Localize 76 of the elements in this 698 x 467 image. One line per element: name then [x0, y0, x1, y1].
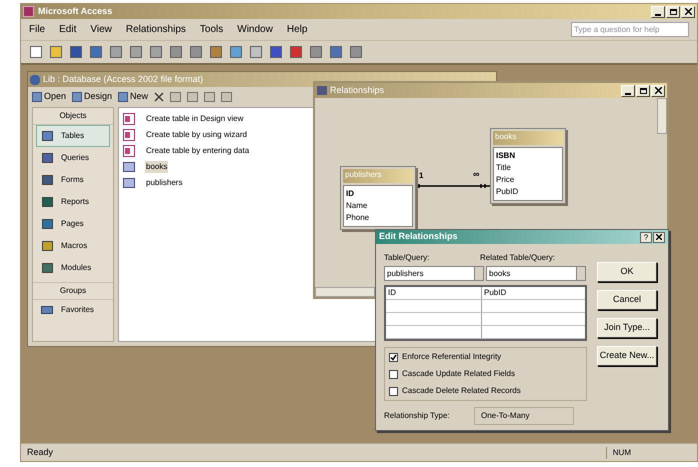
- close-button[interactable]: [653, 232, 665, 242]
- window-title: Lib : Database (Access 2002 file format): [43, 72, 204, 86]
- object-tab[interactable]: Macros: [36, 235, 110, 257]
- object-tab[interactable]: Forms: [36, 169, 110, 191]
- field-name[interactable]: ISBN: [494, 150, 562, 162]
- horizontal-scrollbar[interactable]: [315, 287, 375, 297]
- minimize-button[interactable]: [621, 84, 635, 96]
- object-tab[interactable]: Tables: [36, 125, 110, 147]
- menu-item[interactable]: Tools: [200, 22, 224, 37]
- combo-box[interactable]: publishers: [384, 266, 484, 281]
- toolbar-button[interactable]: New: [118, 90, 148, 104]
- status-text: Ready: [27, 446, 54, 459]
- group-item[interactable]: Favorites: [33, 300, 113, 320]
- table-title: books: [493, 131, 563, 145]
- field-name[interactable]: Phone: [344, 212, 412, 224]
- wizard-icon: [123, 145, 135, 157]
- field-name[interactable]: ID: [344, 188, 412, 200]
- checkbox-label: Enforce Referential Integrity: [402, 351, 502, 363]
- vertical-scrollbar[interactable]: [657, 98, 667, 134]
- object-tab[interactable]: Queries: [36, 147, 110, 169]
- help-button[interactable]: ?: [640, 232, 652, 242]
- num-lock-indicator: NUM: [606, 446, 631, 458]
- dialog-button[interactable]: Create New...: [597, 346, 657, 366]
- field-label: Table/Query:: [384, 252, 430, 264]
- object-tab[interactable]: Reports: [36, 191, 110, 213]
- field-label: Related Table/Query:: [480, 252, 556, 264]
- close-icon: [654, 87, 662, 94]
- wizard-icon: [123, 113, 135, 125]
- maximize-button[interactable]: [666, 6, 680, 18]
- help-search-field[interactable]: Type a question for help: [571, 22, 689, 37]
- list-item[interactable]: Create table by using wizard: [145, 129, 248, 141]
- field-name[interactable]: Price: [494, 174, 562, 186]
- window-title: Relationships: [330, 84, 384, 97]
- field-name[interactable]: PubID: [494, 186, 562, 198]
- toolbar-button[interactable]: Design: [72, 90, 112, 104]
- one-label: 1: [419, 170, 424, 182]
- menu-item[interactable]: Window: [237, 22, 273, 37]
- checkbox[interactable]: [389, 352, 398, 362]
- minimize-button[interactable]: [651, 6, 665, 18]
- grid-cell[interactable]: PubID: [484, 288, 506, 297]
- many-label: ∞: [473, 168, 480, 181]
- table-box[interactable]: books ISBN Title Price PubID: [490, 128, 566, 204]
- dialog-button[interactable]: Cancel: [597, 290, 657, 310]
- field-name[interactable]: Name: [344, 200, 412, 212]
- field-label: Relationship Type:: [384, 410, 451, 422]
- toolbar-button[interactable]: Open: [32, 90, 66, 104]
- list-item[interactable]: books: [145, 161, 168, 173]
- table-title: publishers: [343, 169, 413, 183]
- grid-cell[interactable]: ID: [388, 288, 396, 297]
- list-item[interactable]: publishers: [145, 177, 184, 189]
- window-title: Microsoft Access: [38, 4, 112, 18]
- close-icon: [684, 8, 692, 15]
- field-name[interactable]: Title: [494, 162, 562, 174]
- table-box[interactable]: publishers ID Name Phone: [340, 166, 416, 230]
- window-title: Edit Relationships: [379, 230, 458, 244]
- object-tab[interactable]: Modules: [36, 257, 110, 279]
- list-item[interactable]: Create table in Design view: [145, 113, 244, 125]
- wizard-icon: [123, 129, 135, 141]
- close-icon: [656, 234, 662, 240]
- menu-item[interactable]: Help: [286, 22, 308, 37]
- list-item[interactable]: Create table by entering data: [145, 145, 250, 157]
- checkbox-label: Cascade Delete Related Records: [402, 385, 521, 397]
- maximize-button[interactable]: [636, 84, 650, 96]
- menu-item[interactable]: View: [90, 22, 112, 37]
- checkbox[interactable]: [389, 370, 398, 378]
- relationship-type-field: One-To-Many: [474, 407, 574, 425]
- menu-item[interactable]: File: [29, 22, 46, 37]
- checkbox-label: Cascade Update Related Fields: [402, 368, 515, 380]
- menu-item[interactable]: Relationships: [126, 22, 186, 37]
- menu-item[interactable]: Edit: [59, 22, 76, 37]
- combo-box[interactable]: books: [486, 266, 586, 281]
- dialog-button[interactable]: Join Type...: [597, 318, 657, 338]
- object-tab[interactable]: Pages: [36, 213, 110, 235]
- section-header: Groups: [33, 282, 113, 300]
- dialog-button[interactable]: OK: [597, 262, 657, 282]
- checkbox[interactable]: [389, 386, 398, 396]
